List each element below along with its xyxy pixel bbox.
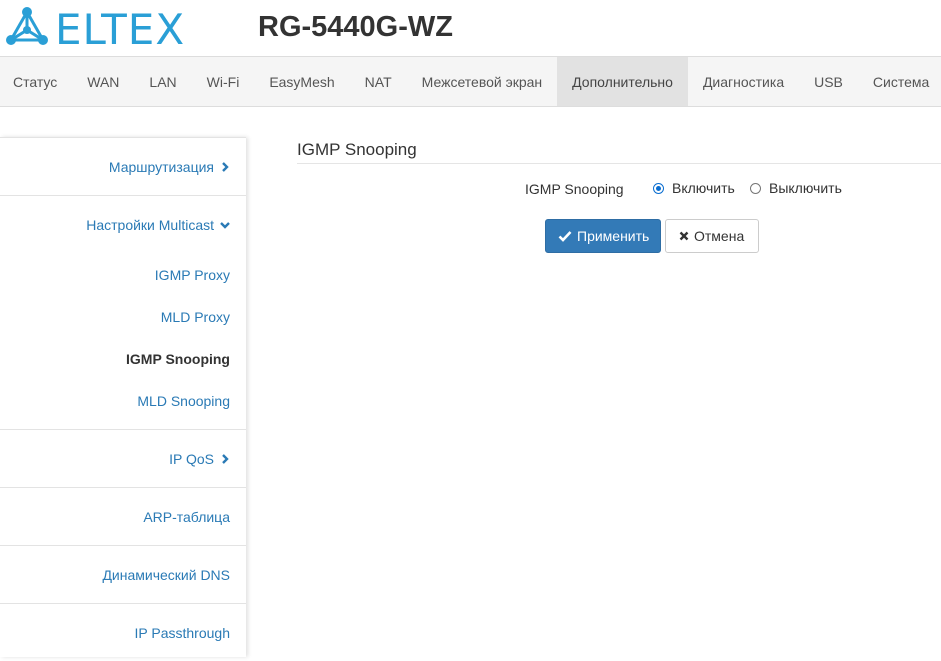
eltex-logo[interactable]: ELTEX	[5, 5, 195, 54]
nav-item-easymesh[interactable]: EasyMesh	[254, 57, 349, 106]
chevron-down-icon	[220, 222, 230, 229]
sidebar-subitem-igmp-proxy[interactable]: IGMP Proxy	[0, 254, 246, 296]
logo-text: ELTEX	[55, 5, 186, 54]
sidebar-item-label: IP Passthrough	[134, 624, 230, 641]
sidebar-item-label: ARP-таблица	[143, 508, 230, 525]
sidebar-item-arp-table[interactable]: ARP-таблица	[0, 487, 246, 545]
sidebar-subitem-igmp-snooping[interactable]: IGMP Snooping	[0, 338, 246, 380]
sidebar-subitem-mld-snooping[interactable]: MLD Snooping	[0, 380, 246, 422]
sidebar-item-label: IP QoS	[169, 450, 214, 467]
sidebar-item-routing[interactable]: Маршрутизация	[0, 137, 246, 195]
sidebar: Маршрутизация Настройки Multicast IGMP P…	[0, 137, 246, 657]
apply-button[interactable]: Применить	[545, 219, 661, 253]
chevron-right-icon	[222, 453, 229, 464]
chevron-right-icon	[222, 161, 229, 172]
close-icon	[679, 231, 689, 241]
radio-enable[interactable]: Включить	[653, 180, 735, 196]
radio-disable-control[interactable]	[750, 182, 761, 194]
sidebar-item-label: Настройки Multicast	[86, 217, 214, 233]
sidebar-item-label: Динамический DNS	[102, 566, 230, 583]
apply-button-label: Применить	[577, 228, 650, 244]
top-navigation: Статус WAN LAN Wi-Fi EasyMesh NAT Межсет…	[0, 56, 941, 107]
field-label: IGMP Snooping	[525, 181, 624, 197]
nav-item-status[interactable]: Статус	[0, 57, 72, 106]
cancel-button[interactable]: Отмена	[665, 219, 759, 253]
sidebar-item-ip-passthrough[interactable]: IP Passthrough	[0, 603, 246, 661]
device-model: RG-5440G-WZ	[258, 11, 453, 43]
nav-item-diagnostics[interactable]: Диагностика	[688, 57, 799, 106]
nav-item-system[interactable]: Система	[858, 57, 941, 106]
section-title: IGMP Snooping	[297, 140, 941, 164]
igmp-snooping-row: IGMP Snooping Включить Выключить	[297, 180, 941, 200]
radio-enable-control[interactable]	[653, 182, 664, 194]
sidebar-item-multicast[interactable]: Настройки Multicast	[0, 196, 246, 254]
radio-disable[interactable]: Выключить	[750, 180, 842, 196]
nav-item-wifi[interactable]: Wi-Fi	[192, 57, 255, 106]
radio-disable-label: Выключить	[769, 180, 842, 196]
main-content: IGMP Snooping IGMP Snooping Включить Вык…	[297, 140, 941, 253]
nav-item-nat[interactable]: NAT	[350, 57, 407, 106]
nav-item-advanced[interactable]: Дополнительно	[557, 57, 688, 106]
nav-item-wan[interactable]: WAN	[72, 57, 134, 106]
sidebar-group-multicast: Настройки Multicast IGMP Proxy MLD Proxy…	[0, 195, 246, 429]
check-icon	[558, 231, 572, 242]
sidebar-item-ip-qos[interactable]: IP QoS	[0, 429, 246, 487]
sidebar-subitem-mld-proxy[interactable]: MLD Proxy	[0, 296, 246, 338]
nav-item-usb[interactable]: USB	[799, 57, 858, 106]
nav-item-lan[interactable]: LAN	[134, 57, 191, 106]
sidebar-item-dynamic-dns[interactable]: Динамический DNS	[0, 545, 246, 603]
radio-enable-label: Включить	[672, 180, 735, 196]
header: ELTEX RG-5440G-WZ	[0, 0, 941, 56]
cancel-button-label: Отмена	[694, 228, 745, 244]
nav-item-firewall[interactable]: Межсетевой экран	[407, 57, 558, 106]
eltex-logo-icon	[6, 7, 48, 45]
sidebar-item-label: Маршрутизация	[108, 158, 214, 175]
